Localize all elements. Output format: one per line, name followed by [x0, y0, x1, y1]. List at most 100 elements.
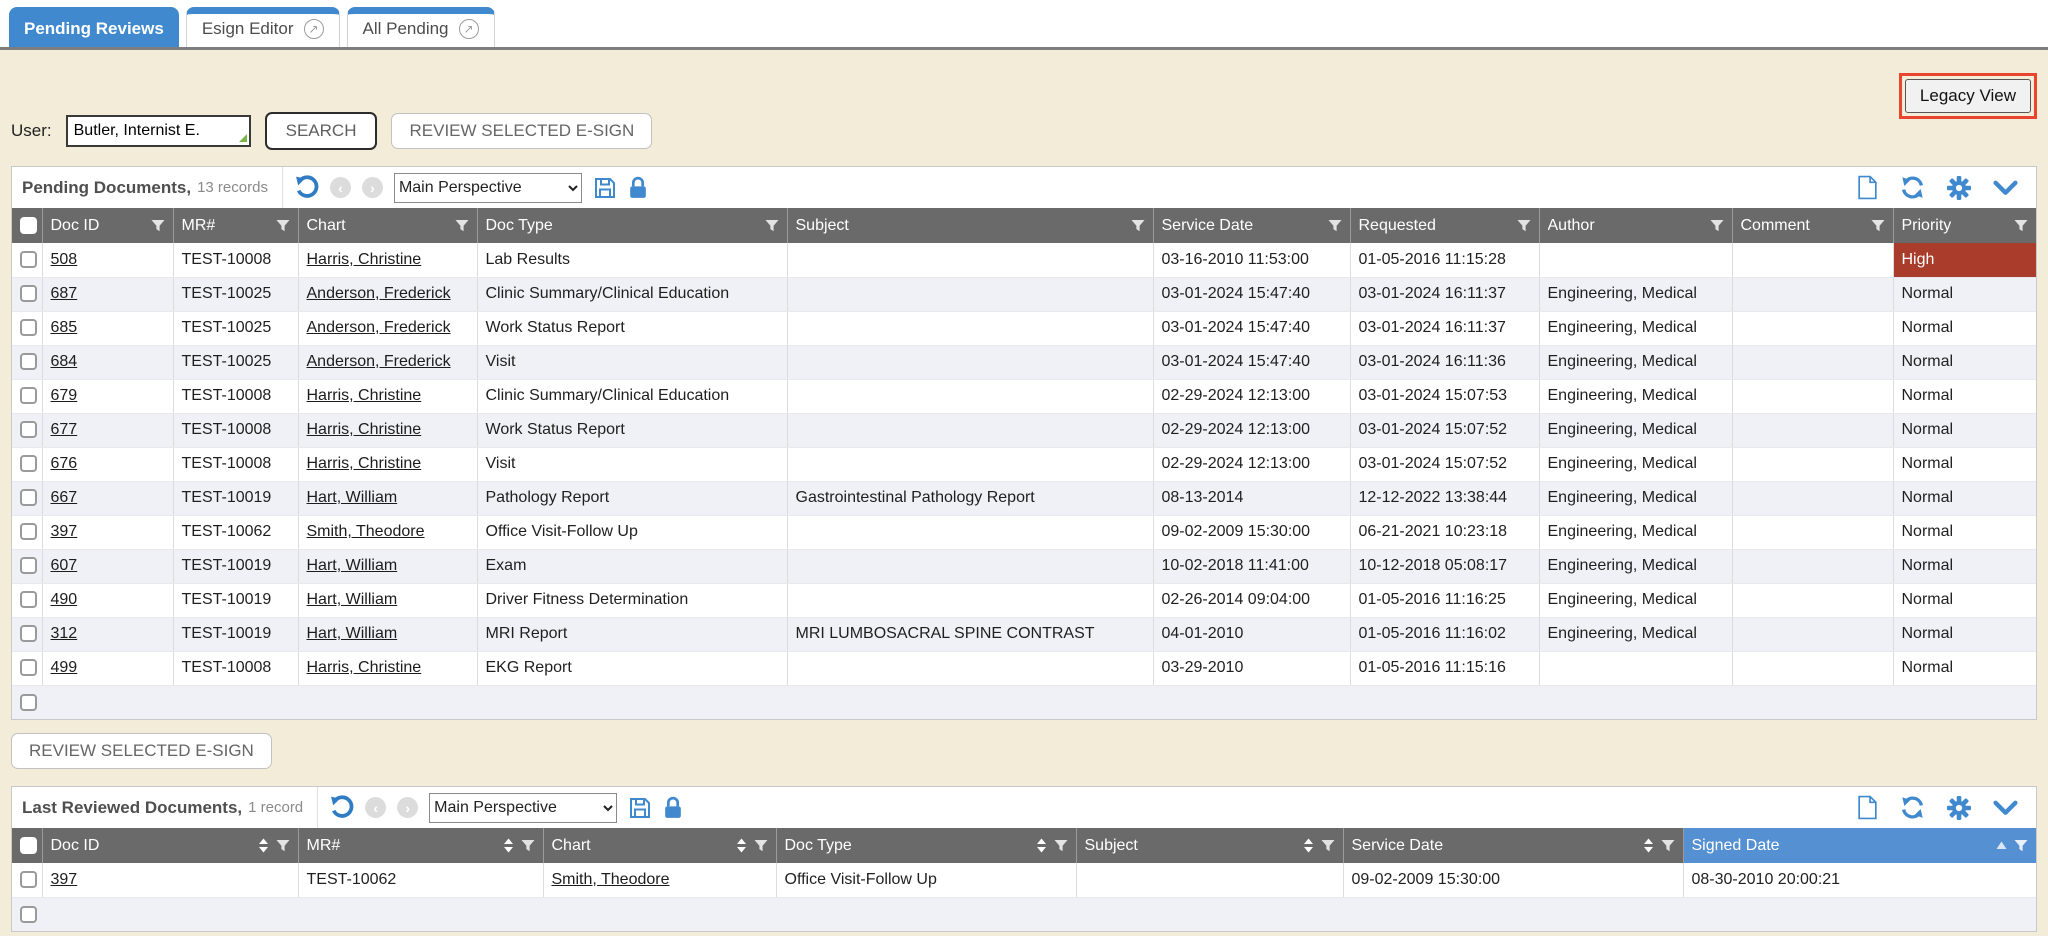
chart-link[interactable]: Harris, Christine — [307, 455, 422, 472]
filter-icon[interactable] — [455, 219, 469, 233]
collapse-panel-icon[interactable] — [1993, 800, 2018, 816]
refresh-icon[interactable] — [1900, 795, 1925, 820]
doc-id-link[interactable]: 684 — [51, 353, 78, 370]
lock-perspective-icon[interactable] — [663, 796, 683, 820]
doc-id-link[interactable]: 397 — [51, 871, 78, 888]
filter-icon[interactable] — [1321, 839, 1335, 853]
gear-icon[interactable] — [1947, 796, 1971, 820]
column-header-doc-type[interactable]: Doc Type — [477, 208, 787, 243]
doc-id-link[interactable]: 508 — [51, 251, 78, 268]
collapse-panel-icon[interactable] — [1993, 180, 2018, 196]
chart-link[interactable]: Hart, William — [307, 625, 398, 642]
column-header-doc-id[interactable]: Doc ID — [42, 828, 298, 863]
chart-link[interactable]: Hart, William — [307, 557, 398, 574]
lock-perspective-icon[interactable] — [628, 176, 648, 200]
chart-link[interactable]: Harris, Christine — [307, 421, 422, 438]
row-checkbox[interactable] — [20, 319, 37, 336]
filter-icon[interactable] — [754, 839, 768, 853]
next-perspective-icon[interactable]: › — [362, 177, 383, 198]
perspective-select[interactable]: Main Perspective — [429, 793, 617, 823]
column-header-comment[interactable]: Comment — [1732, 208, 1893, 243]
chart-link[interactable]: Harris, Christine — [307, 251, 422, 268]
column-header-service-date[interactable]: Service Date — [1343, 828, 1683, 863]
doc-id-link[interactable]: 667 — [51, 489, 78, 506]
select-all-checkbox[interactable] — [20, 837, 37, 854]
filter-icon[interactable] — [1131, 219, 1145, 233]
column-header-service-date[interactable]: Service Date — [1153, 208, 1350, 243]
column-header-doc-id[interactable]: Doc ID — [42, 208, 173, 243]
doc-id-link[interactable]: 676 — [51, 455, 78, 472]
chart-link[interactable]: Harris, Christine — [307, 659, 422, 676]
tab-pending-reviews[interactable]: Pending Reviews — [9, 7, 179, 47]
open-external-icon[interactable]: ↗ — [304, 19, 324, 39]
refresh-icon[interactable] — [1900, 175, 1925, 200]
filter-icon[interactable] — [1517, 219, 1531, 233]
chart-link[interactable]: Smith, Theodore — [552, 871, 670, 888]
row-checkbox[interactable] — [20, 251, 37, 268]
column-header-chart[interactable]: Chart — [543, 828, 776, 863]
chart-link[interactable]: Smith, Theodore — [307, 523, 425, 540]
next-perspective-icon[interactable]: › — [397, 797, 418, 818]
row-checkbox[interactable] — [20, 591, 37, 608]
filter-icon[interactable] — [276, 839, 290, 853]
row-checkbox[interactable] — [20, 871, 37, 888]
gear-icon[interactable] — [1947, 176, 1971, 200]
filter-icon[interactable] — [276, 219, 290, 233]
chart-link[interactable]: Harris, Christine — [307, 387, 422, 404]
doc-id-link[interactable]: 397 — [51, 523, 78, 540]
column-header-subject[interactable]: Subject — [787, 208, 1153, 243]
tab-esign-editor[interactable]: Esign Editor ↗ — [186, 7, 340, 47]
chart-link[interactable]: Anderson, Frederick — [307, 285, 451, 302]
column-header-subject[interactable]: Subject — [1076, 828, 1343, 863]
perspective-select[interactable]: Main Perspective — [394, 173, 582, 203]
row-checkbox[interactable] — [20, 557, 37, 574]
filter-icon[interactable] — [1054, 839, 1068, 853]
review-selected-esign-button-top[interactable]: REVIEW SELECTED E-SIGN — [391, 113, 652, 149]
column-header-priority[interactable]: Priority — [1893, 208, 2036, 243]
row-checkbox[interactable] — [20, 906, 37, 923]
filter-icon[interactable] — [2014, 219, 2028, 233]
filter-icon[interactable] — [1871, 219, 1885, 233]
new-document-icon[interactable] — [1857, 175, 1878, 200]
undo-icon[interactable] — [329, 795, 354, 820]
column-header-mr-[interactable]: MR# — [173, 208, 298, 243]
doc-id-link[interactable]: 607 — [51, 557, 78, 574]
chart-link[interactable]: Hart, William — [307, 591, 398, 608]
filter-icon[interactable] — [1710, 219, 1724, 233]
doc-id-link[interactable]: 490 — [51, 591, 78, 608]
doc-id-link[interactable]: 685 — [51, 319, 78, 336]
doc-id-link[interactable]: 687 — [51, 285, 78, 302]
user-input[interactable] — [66, 115, 251, 147]
row-checkbox[interactable] — [20, 421, 37, 438]
filter-icon[interactable] — [765, 219, 779, 233]
row-checkbox[interactable] — [20, 455, 37, 472]
select-all-checkbox[interactable] — [20, 217, 37, 234]
column-header-requested[interactable]: Requested — [1350, 208, 1539, 243]
doc-id-link[interactable]: 679 — [51, 387, 78, 404]
column-header-chart[interactable]: Chart — [298, 208, 477, 243]
row-checkbox[interactable] — [20, 387, 37, 404]
row-checkbox[interactable] — [20, 489, 37, 506]
column-header-mr-[interactable]: MR# — [298, 828, 543, 863]
column-header-doc-type[interactable]: Doc Type — [776, 828, 1076, 863]
chart-link[interactable]: Anderson, Frederick — [307, 319, 451, 336]
search-button[interactable]: SEARCH — [265, 112, 378, 150]
open-external-icon[interactable]: ↗ — [459, 19, 479, 39]
filter-icon[interactable] — [1328, 219, 1342, 233]
column-header-signed-date[interactable]: Signed Date — [1683, 828, 2036, 863]
tab-all-pending[interactable]: All Pending ↗ — [347, 7, 495, 47]
previous-perspective-icon[interactable]: ‹ — [365, 797, 386, 818]
row-checkbox[interactable] — [20, 523, 37, 540]
column-header-author[interactable]: Author — [1539, 208, 1732, 243]
row-checkbox[interactable] — [20, 659, 37, 676]
row-checkbox[interactable] — [20, 285, 37, 302]
undo-icon[interactable] — [294, 175, 319, 200]
chart-link[interactable]: Hart, William — [307, 489, 398, 506]
review-selected-esign-button-bottom[interactable]: REVIEW SELECTED E-SIGN — [11, 733, 272, 769]
previous-perspective-icon[interactable]: ‹ — [330, 177, 351, 198]
legacy-view-button[interactable]: Legacy View — [1905, 79, 2031, 113]
filter-icon[interactable] — [521, 839, 535, 853]
doc-id-link[interactable]: 677 — [51, 421, 78, 438]
chart-link[interactable]: Anderson, Frederick — [307, 353, 451, 370]
new-document-icon[interactable] — [1857, 795, 1878, 820]
